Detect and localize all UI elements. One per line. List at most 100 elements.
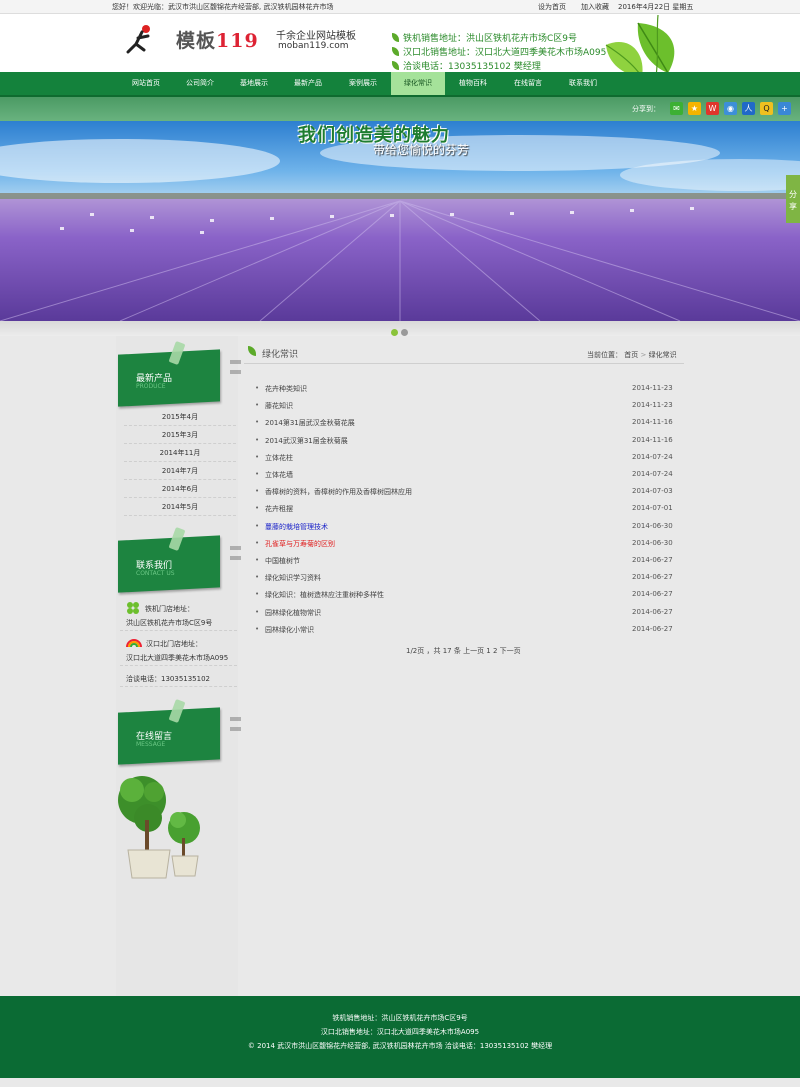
banner-subtitle: 带给您愉悦的芬芳	[373, 143, 470, 157]
bullet-icon: •	[255, 470, 260, 478]
article-row[interactable]: • 2014武汉第31届金秋菊展 2014-11-16	[255, 433, 675, 450]
nav-item-message[interactable]: 在线留言	[501, 72, 555, 95]
product-item[interactable]: 2014年6月	[124, 480, 236, 498]
article-row[interactable]: • 孔雀草与万寿菊的区别 2014-06-30	[255, 536, 675, 553]
shop2-address: 汉口北大道四季美花木市场A095	[126, 654, 229, 662]
bullet-icon: •	[255, 556, 260, 564]
article-date: 2014-06-27	[632, 607, 673, 616]
article-date: 2014-06-27	[632, 590, 673, 599]
article-title[interactable]: 园林绿化植物常识	[265, 608, 321, 618]
bullet-icon: •	[255, 435, 260, 444]
article-title[interactable]: 2014武汉第31届金秋菊展	[265, 436, 348, 446]
article-title[interactable]: 立体花柱	[265, 453, 293, 463]
article-row[interactable]: • 中国植树节 2014-06-27	[255, 553, 675, 570]
article-title[interactable]: 藤花知识	[265, 401, 293, 411]
product-item[interactable]: 2015年4月	[124, 408, 236, 426]
article-date: 2014-07-24	[632, 470, 673, 478]
article-date: 2014-06-27	[632, 556, 673, 564]
contact-subtitle: CONTACT US	[136, 570, 175, 577]
article-row[interactable]: • 绿化知识学习资料 2014-06-27	[255, 570, 675, 587]
welcome-text: 您好！欢迎光临：武汉市洪山区馥锦花卉经营部, 武汉铁机园林花卉市场	[112, 3, 334, 11]
slide-dot-active[interactable]	[391, 329, 398, 336]
article-row[interactable]: • 花卉种类知识 2014-11-23	[255, 381, 675, 398]
article-title[interactable]: 2014第31届武汉金秋菊花展	[265, 418, 355, 428]
product-item[interactable]: 2014年11月	[124, 444, 236, 462]
nav-item-contact[interactable]: 联系我们	[556, 72, 610, 95]
pagination[interactable]: 1/2页 ，共 17 条 上一页 1 2 下一页	[406, 646, 521, 656]
article-row[interactable]: • 藤花知识 2014-11-23	[255, 398, 675, 415]
footer-address-2: 汉口北销售地址：汉口北大道四季美花木市场A095	[320, 1028, 480, 1036]
contact-phone: 洽谈电话：13035135102	[126, 675, 210, 683]
nav-item-plant-wiki[interactable]: 植物百科	[446, 72, 500, 95]
more-share-icon[interactable]: +	[778, 102, 791, 115]
article-date: 2014-06-30	[632, 521, 673, 530]
article-date: 2014-07-03	[632, 487, 673, 496]
article-title[interactable]: 蔓藤的栽培管理技术	[265, 522, 328, 532]
slide-dot[interactable]	[401, 329, 408, 336]
breadcrumb: 当前位置： 首页 > 绿化常识	[587, 350, 677, 360]
nav-item-about[interactable]: 公司简介	[174, 72, 226, 95]
rainbow-icon	[126, 639, 142, 648]
article-row[interactable]: • 香樟树的资料，香樟树的作用及香樟树园林应用 2014-07-03	[255, 484, 675, 501]
renren-share-icon[interactable]: 人	[742, 102, 755, 115]
article-row[interactable]: • 绿化知识：植树造林应注重树种多样性 2014-06-27	[255, 587, 675, 604]
article-date: 2014-11-16	[632, 435, 673, 444]
nav-item-products[interactable]: 最新产品	[282, 72, 334, 95]
share-bar: 分享到： ✉ ★ W ◉ 人 Q +	[0, 97, 800, 121]
article-row[interactable]: • 花卉租摆 2014-07-01	[255, 501, 675, 518]
article-title[interactable]: 园林绿化小常识	[265, 625, 314, 635]
article-title[interactable]: 香樟树的资料，香樟树的作用及香樟树园林应用	[265, 487, 412, 497]
potted-tree-image	[118, 776, 200, 879]
header-info-line: 铁机销售地址：洪山区铁机花卉市场C区9号	[392, 31, 577, 44]
article-row[interactable]: • 2014第31届武汉金秋菊花展 2014-11-16	[255, 415, 675, 432]
article-date: 2014-07-24	[632, 452, 673, 461]
bullet-icon: •	[255, 504, 260, 513]
breadcrumb-separator: >	[640, 351, 647, 359]
article-title[interactable]: 花卉租摆	[265, 504, 293, 514]
qzone-share-icon[interactable]: ★	[688, 102, 701, 115]
nav-item-green-knowledge[interactable]: 绿化常识	[391, 72, 445, 95]
footer-address-1: 铁机销售地址：洪山区铁机花卉市场C区9号	[332, 1014, 468, 1022]
product-item[interactable]: 2014年5月	[124, 498, 236, 516]
breadcrumb-home[interactable]: 首页	[624, 351, 638, 359]
main-nav: 网站首页 公司简介 基地展示 最新产品 案例展示 绿化常识 植物百科 在线留言 …	[0, 72, 800, 97]
article-title[interactable]: 花卉种类知识	[265, 384, 307, 394]
clover-icon	[127, 602, 139, 614]
nav-item-cases[interactable]: 案例展示	[336, 72, 390, 95]
article-row[interactable]: • 蔓藤的栽培管理技术 2014-06-30	[255, 519, 675, 536]
article-row[interactable]: • 立体花墙 2014-07-24	[255, 467, 675, 484]
article-row[interactable]: • 园林绿化小常识 2014-06-27	[255, 622, 675, 639]
product-item[interactable]: 2015年3月	[124, 426, 236, 444]
current-date: 2016年4月22日 星期五	[618, 3, 694, 11]
divider	[120, 630, 237, 631]
share-label: 分享到：	[632, 105, 660, 113]
breadcrumb-prefix: 当前位置：	[587, 351, 622, 359]
nav-item-home[interactable]: 网站首页	[120, 72, 172, 95]
slogan-main: 千余企业网站模板	[276, 31, 356, 42]
bullet-icon: •	[255, 452, 260, 461]
article-title[interactable]: 绿化知识：植树造林应注重树种多样性	[265, 590, 384, 600]
side-share-tab[interactable]: 分享	[786, 175, 800, 223]
article-title[interactable]: 孔雀草与万寿菊的区别	[265, 539, 335, 549]
bullet-icon: •	[255, 401, 260, 410]
nav-item-base[interactable]: 基地展示	[228, 72, 280, 95]
logo-text[interactable]: 模板119	[176, 26, 259, 53]
add-favorite-link[interactable]: 加入收藏	[581, 2, 609, 12]
shop2-label: 汉口北门店地址：	[146, 640, 202, 648]
message-subtitle: MESSAGE	[136, 741, 166, 748]
article-date: 2014-11-23	[632, 401, 673, 410]
article-title[interactable]: 绿化知识学习资料	[265, 573, 321, 583]
article-row[interactable]: • 园林绿化植物常识 2014-06-27	[255, 605, 675, 622]
article-title[interactable]: 立体花墙	[265, 470, 293, 480]
tencent-weibo-share-icon[interactable]: ◉	[724, 102, 737, 115]
weibo-share-icon[interactable]: W	[706, 102, 719, 115]
article-title[interactable]: 中国植树节	[265, 556, 300, 566]
article-row[interactable]: • 立体花柱 2014-07-24	[255, 450, 675, 467]
wechat-share-icon[interactable]: ✉	[670, 102, 683, 115]
qq-share-icon[interactable]: Q	[760, 102, 773, 115]
product-item[interactable]: 2014年7月	[124, 462, 236, 480]
bullet-icon: •	[255, 538, 260, 547]
set-home-link[interactable]: 设为首页	[538, 2, 566, 12]
slogan-url: moban119.com	[278, 41, 349, 51]
logo-figure-icon[interactable]	[124, 22, 158, 56]
